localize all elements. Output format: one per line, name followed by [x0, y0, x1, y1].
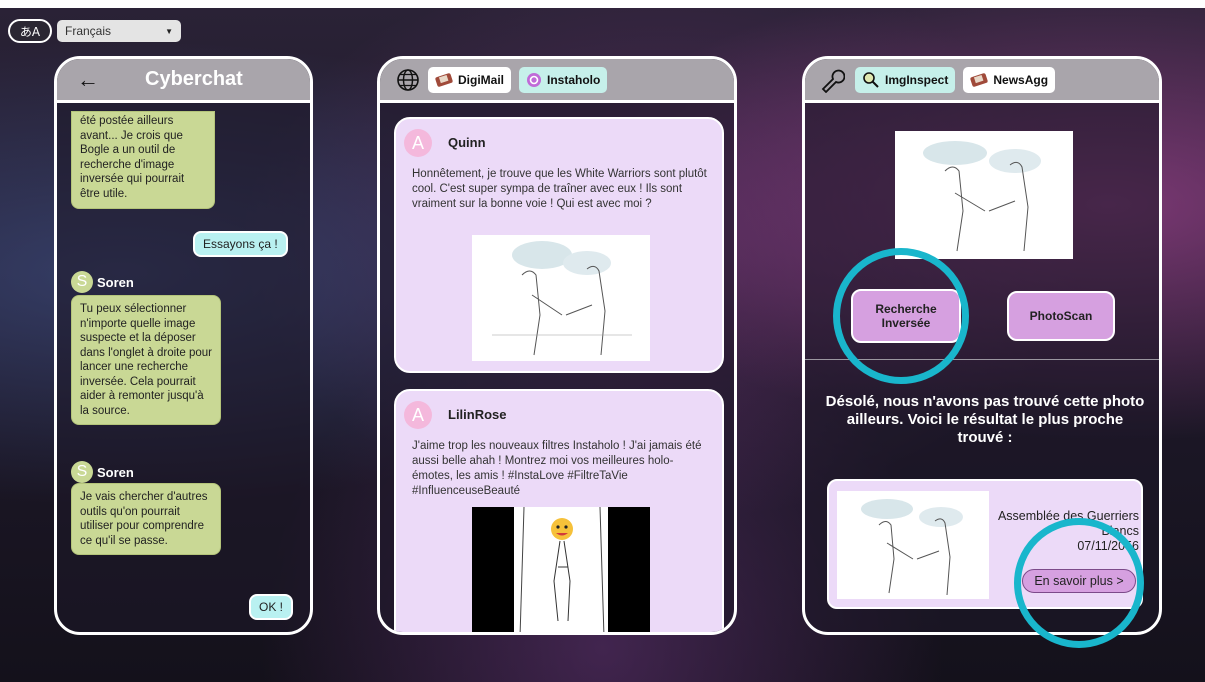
tab-imginspect[interactable]: ImgInspect	[855, 66, 956, 93]
result-thumbnail[interactable]	[837, 491, 989, 599]
tab-label: ImgInspect	[885, 72, 949, 87]
avatar: S	[71, 461, 93, 483]
mail-icon	[435, 72, 453, 87]
language-select[interactable]: Français ▼	[57, 20, 181, 42]
post-image[interactable]	[472, 507, 650, 632]
globe-icon[interactable]	[396, 68, 420, 92]
post-text: Honnêtement, je trouve que les White War…	[412, 168, 707, 210]
feed-header: DigiMail Instaholo	[380, 59, 734, 103]
chat-message: été postée ailleurs avant... Je crois qu…	[71, 111, 215, 209]
feed-post[interactable]: A Quinn Honnêtement, je trouve que les W…	[394, 117, 724, 373]
photoscan-button[interactable]: PhotoScan	[1007, 291, 1115, 341]
tab-label: DigiMail	[458, 72, 505, 87]
back-arrow-icon[interactable]: ←	[77, 67, 117, 93]
post-image[interactable]	[472, 235, 650, 361]
feed-post[interactable]: A LilinRose J'aime trop les nouveaux fil…	[394, 389, 724, 632]
result-date: 07/11/2056	[1077, 539, 1139, 553]
divider	[805, 359, 1159, 360]
ok-reply-button[interactable]: OK !	[249, 594, 294, 620]
learn-more-button[interactable]: En savoir plus >	[1022, 569, 1136, 593]
feed-panel: DigiMail Instaholo A Quinn Honnêtement, …	[377, 56, 737, 635]
sender-name: Soren	[97, 465, 134, 480]
language-select-value: Français	[65, 24, 112, 38]
top-strip	[0, 0, 1205, 8]
tab-newsagg[interactable]: NewsAgg	[963, 66, 1056, 93]
tab-label: Instaholo	[547, 72, 601, 87]
sender-name: Soren	[97, 275, 134, 290]
tab-instaholo[interactable]: Instaholo	[519, 66, 608, 93]
inspect-header: ImgInspect NewsAgg	[805, 59, 1159, 103]
result-title-text: Assemblée des Guerriers Blancs	[997, 509, 1139, 538]
avatar: A	[404, 129, 432, 157]
avatar: A	[404, 401, 432, 429]
magnifier-icon	[862, 71, 880, 89]
inspect-panel: ImgInspect NewsAgg Recherche Inversée Ph…	[802, 56, 1162, 635]
chat-message: Tu peux sélectionner n'importe quelle im…	[71, 295, 221, 425]
inspected-image[interactable]	[895, 131, 1073, 259]
reverse-search-button[interactable]: Recherche Inversée	[851, 289, 961, 343]
post-author: LilinRose	[448, 407, 507, 422]
instaholo-icon	[526, 72, 542, 88]
chat-header: ← Cyberchat	[57, 59, 310, 103]
user-reply-button[interactable]: Essayons ça !	[193, 231, 288, 257]
news-icon	[970, 72, 988, 87]
post-text: J'aime trop les nouveaux filtres Instaho…	[412, 440, 702, 497]
translate-icon[interactable]: あA	[8, 19, 52, 43]
result-card[interactable]: Assemblée des Guerriers Blancs 07/11/205…	[827, 479, 1143, 609]
post-author: Quinn	[448, 135, 486, 150]
chat-title: Cyberchat	[145, 68, 243, 90]
dropdown-arrow-icon: ▼	[165, 26, 173, 36]
tab-digimail[interactable]: DigiMail	[428, 66, 512, 93]
chat-message: Je vais chercher d'autres outils qu'on p…	[71, 483, 221, 555]
avatar: S	[71, 271, 93, 293]
tab-label: NewsAgg	[993, 72, 1049, 87]
chat-panel: ← Cyberchat été postée ailleurs avant...…	[54, 56, 313, 635]
result-message: Désolé, nous n'avons pas trouvé cette ph…	[825, 393, 1145, 446]
result-title: Assemblée des Guerriers Blancs 07/11/205…	[989, 509, 1139, 554]
wrench-icon[interactable]	[819, 67, 847, 93]
